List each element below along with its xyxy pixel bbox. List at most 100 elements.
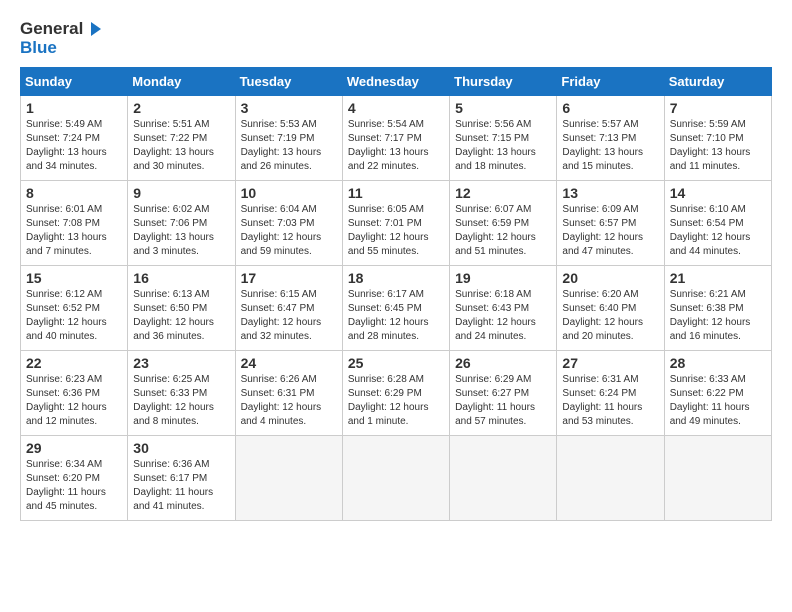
day-info: Sunrise: 6:02 AM Sunset: 7:06 PM Dayligh… — [133, 203, 229, 259]
day-number: 17 — [241, 270, 337, 286]
day-info: Sunrise: 6:26 AM Sunset: 6:31 PM Dayligh… — [241, 373, 337, 429]
calendar-cell: 14Sunrise: 6:10 AM Sunset: 6:54 PM Dayli… — [664, 181, 771, 266]
calendar-cell: 16 Sunrise: 6:13 AM Sunset: 6:50 PM Dayli… — [128, 266, 235, 351]
day-number: 28 — [670, 355, 766, 371]
calendar-cell: 21 Sunrise: 6:21 AM Sunset: 6:38 PM Dayli… — [664, 266, 771, 351]
day-info: Sunrise: 6:25 AM Sunset: 6:33 PM Dayligh… — [133, 373, 229, 429]
day-number: 26 — [455, 355, 551, 371]
weekday-header-friday: Friday — [557, 68, 664, 96]
calendar-cell: 17 Sunrise: 6:15 AM Sunset: 6:47 PM Dayli… — [235, 266, 342, 351]
calendar-cell: 13Sunrise: 6:09 AM Sunset: 6:57 PM Dayli… — [557, 181, 664, 266]
day-info: Sunrise: 6:05 AM Sunset: 7:01 PM Dayligh… — [348, 203, 444, 259]
day-number: 23 — [133, 355, 229, 371]
calendar-cell: 9 Sunrise: 6:02 AM Sunset: 7:06 PM Daylig… — [128, 181, 235, 266]
day-number: 15 — [26, 270, 122, 286]
day-number: 20 — [562, 270, 658, 286]
day-info: Sunrise: 5:56 AM Sunset: 7:15 PM Dayligh… — [455, 118, 551, 174]
calendar-cell: 1 Sunrise: 5:49 AM Sunset: 7:24 PM Daylig… — [21, 96, 128, 181]
calendar-cell: 23 Sunrise: 6:25 AM Sunset: 6:33 PM Dayli… — [128, 351, 235, 436]
day-number: 2 — [133, 100, 229, 116]
day-info: Sunrise: 6:07 AM Sunset: 6:59 PM Dayligh… — [455, 203, 551, 259]
day-info: Sunrise: 5:59 AM Sunset: 7:10 PM Dayligh… — [670, 118, 766, 174]
calendar-cell: 27 Sunrise: 6:31 AM Sunset: 6:24 PM Dayli… — [557, 351, 664, 436]
day-info: Sunrise: 6:13 AM Sunset: 6:50 PM Dayligh… — [133, 288, 229, 344]
day-info: Sunrise: 6:20 AM Sunset: 6:40 PM Dayligh… — [562, 288, 658, 344]
day-number: 9 — [133, 185, 229, 201]
day-info: Sunrise: 5:49 AM Sunset: 7:24 PM Dayligh… — [26, 118, 122, 174]
calendar-cell: 25Sunrise: 6:28 AM Sunset: 6:29 PM Dayli… — [342, 351, 449, 436]
day-info: Sunrise: 6:36 AM Sunset: 6:17 PM Dayligh… — [133, 458, 229, 514]
calendar-week-4: 22Sunrise: 6:23 AM Sunset: 6:36 PM Dayli… — [21, 351, 772, 436]
calendar-week-1: 1 Sunrise: 5:49 AM Sunset: 7:24 PM Daylig… — [21, 96, 772, 181]
day-number: 6 — [562, 100, 658, 116]
day-number: 18 — [348, 270, 444, 286]
day-info: Sunrise: 6:34 AM Sunset: 6:20 PM Dayligh… — [26, 458, 122, 514]
day-number: 8 — [26, 185, 122, 201]
calendar-cell: 4 Sunrise: 5:54 AM Sunset: 7:17 PM Daylig… — [342, 96, 449, 181]
calendar-cell: 7 Sunrise: 5:59 AM Sunset: 7:10 PM Daylig… — [664, 96, 771, 181]
calendar-cell: 3 Sunrise: 5:53 AM Sunset: 7:19 PM Daylig… — [235, 96, 342, 181]
logo-text-blue: Blue — [20, 39, 103, 58]
calendar-cell: 20 Sunrise: 6:20 AM Sunset: 6:40 PM Dayli… — [557, 266, 664, 351]
weekday-header-wednesday: Wednesday — [342, 68, 449, 96]
weekday-header-row: SundayMondayTuesdayWednesdayThursdayFrid… — [21, 68, 772, 96]
day-number: 24 — [241, 355, 337, 371]
day-number: 12 — [455, 185, 551, 201]
day-number: 21 — [670, 270, 766, 286]
day-number: 7 — [670, 100, 766, 116]
calendar-cell: 30 Sunrise: 6:36 AM Sunset: 6:17 PM Dayli… — [128, 436, 235, 521]
day-info: Sunrise: 6:23 AM Sunset: 6:36 PM Dayligh… — [26, 373, 122, 429]
calendar-week-2: 8 Sunrise: 6:01 AM Sunset: 7:08 PM Daylig… — [21, 181, 772, 266]
day-info: Sunrise: 6:15 AM Sunset: 6:47 PM Dayligh… — [241, 288, 337, 344]
day-number: 14 — [670, 185, 766, 201]
logo: General Blue — [20, 20, 103, 57]
calendar-cell: 2 Sunrise: 5:51 AM Sunset: 7:22 PM Daylig… — [128, 96, 235, 181]
day-info: Sunrise: 6:04 AM Sunset: 7:03 PM Dayligh… — [241, 203, 337, 259]
day-info: Sunrise: 6:17 AM Sunset: 6:45 PM Dayligh… — [348, 288, 444, 344]
day-info: Sunrise: 6:29 AM Sunset: 6:27 PM Dayligh… — [455, 373, 551, 429]
calendar-cell: 19 Sunrise: 6:18 AM Sunset: 6:43 PM Dayli… — [450, 266, 557, 351]
day-info: Sunrise: 6:28 AM Sunset: 6:29 PM Dayligh… — [348, 373, 444, 429]
day-info: Sunrise: 6:18 AM Sunset: 6:43 PM Dayligh… — [455, 288, 551, 344]
day-info: Sunrise: 6:31 AM Sunset: 6:24 PM Dayligh… — [562, 373, 658, 429]
weekday-header-thursday: Thursday — [450, 68, 557, 96]
calendar-cell: 24 Sunrise: 6:26 AM Sunset: 6:31 PM Dayli… — [235, 351, 342, 436]
logo-arrow-icon — [85, 20, 103, 38]
day-info: Sunrise: 6:12 AM Sunset: 6:52 PM Dayligh… — [26, 288, 122, 344]
day-number: 4 — [348, 100, 444, 116]
calendar-cell: 12 Sunrise: 6:07 AM Sunset: 6:59 PM Dayli… — [450, 181, 557, 266]
day-info: Sunrise: 6:21 AM Sunset: 6:38 PM Dayligh… — [670, 288, 766, 344]
day-number: 10 — [241, 185, 337, 201]
day-info: Sunrise: 6:33 AM Sunset: 6:22 PM Dayligh… — [670, 373, 766, 429]
day-number: 16 — [133, 270, 229, 286]
day-number: 19 — [455, 270, 551, 286]
day-number: 5 — [455, 100, 551, 116]
calendar-cell: 11Sunrise: 6:05 AM Sunset: 7:01 PM Dayli… — [342, 181, 449, 266]
logo-text-general: General — [20, 20, 83, 39]
day-info: Sunrise: 5:53 AM Sunset: 7:19 PM Dayligh… — [241, 118, 337, 174]
day-info: Sunrise: 5:54 AM Sunset: 7:17 PM Dayligh… — [348, 118, 444, 174]
calendar-cell — [664, 436, 771, 521]
calendar-cell: 22Sunrise: 6:23 AM Sunset: 6:36 PM Dayli… — [21, 351, 128, 436]
weekday-header-sunday: Sunday — [21, 68, 128, 96]
calendar-cell — [557, 436, 664, 521]
weekday-header-saturday: Saturday — [664, 68, 771, 96]
day-number: 29 — [26, 440, 122, 456]
calendar-cell — [450, 436, 557, 521]
calendar-cell: 8 Sunrise: 6:01 AM Sunset: 7:08 PM Daylig… — [21, 181, 128, 266]
weekday-header-tuesday: Tuesday — [235, 68, 342, 96]
day-number: 30 — [133, 440, 229, 456]
calendar-cell — [342, 436, 449, 521]
calendar-week-3: 15 Sunrise: 6:12 AM Sunset: 6:52 PM Dayli… — [21, 266, 772, 351]
day-number: 3 — [241, 100, 337, 116]
weekday-header-monday: Monday — [128, 68, 235, 96]
header: General Blue — [20, 20, 772, 57]
day-number: 1 — [26, 100, 122, 116]
day-number: 27 — [562, 355, 658, 371]
day-info: Sunrise: 5:51 AM Sunset: 7:22 PM Dayligh… — [133, 118, 229, 174]
calendar-cell: 29 Sunrise: 6:34 AM Sunset: 6:20 PM Dayli… — [21, 436, 128, 521]
calendar-cell — [235, 436, 342, 521]
calendar-cell: 26 Sunrise: 6:29 AM Sunset: 6:27 PM Dayli… — [450, 351, 557, 436]
calendar-cell: 10 Sunrise: 6:04 AM Sunset: 7:03 PM Dayli… — [235, 181, 342, 266]
day-info: Sunrise: 6:01 AM Sunset: 7:08 PM Dayligh… — [26, 203, 122, 259]
